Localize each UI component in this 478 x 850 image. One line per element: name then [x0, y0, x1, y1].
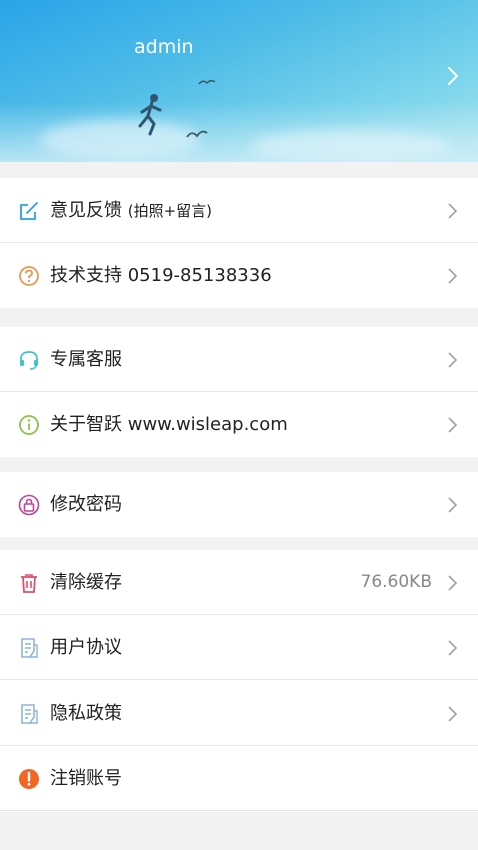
chevron-right-icon	[448, 203, 458, 219]
chevron-right-icon	[448, 268, 458, 284]
user-agreement-item[interactable]: 用户协议	[0, 615, 478, 680]
about-item[interactable]: 关于智跃 www.wisleap.com	[0, 392, 478, 457]
menu-group-feedback: 意见反馈 (拍照+留言) 技术支持 0519-85138336	[0, 178, 478, 308]
feedback-note: (拍照+留言)	[127, 202, 213, 220]
privacy-policy-label: 隐私政策	[50, 703, 122, 724]
support-item[interactable]: 技术支持 0519-85138336	[0, 243, 478, 308]
lock-icon	[18, 494, 40, 516]
chevron-right-icon	[448, 640, 458, 656]
chevron-right-icon	[448, 352, 458, 368]
cancel-account-item[interactable]: 注销账号	[0, 746, 478, 811]
clear-cache-item[interactable]: 清除缓存 76.60KB	[0, 550, 478, 615]
feedback-item[interactable]: 意见反馈 (拍照+留言)	[0, 178, 478, 243]
privacy-policy-item[interactable]: 隐私政策	[0, 681, 478, 746]
bird-icon	[186, 130, 208, 138]
customer-service-item[interactable]: 专属客服	[0, 327, 478, 392]
document-icon	[21, 704, 38, 724]
chevron-right-icon	[448, 497, 458, 513]
question-circle-icon	[19, 266, 39, 286]
menu-group-security: 修改密码	[0, 472, 478, 537]
trash-icon	[21, 574, 37, 593]
change-password-item[interactable]: 修改密码	[0, 472, 478, 537]
username: admin	[134, 36, 194, 58]
chevron-right-icon	[448, 575, 458, 591]
menu-group-service: 专属客服 关于智跃 www.wisleap.com	[0, 327, 478, 457]
about-label: 关于智跃 www.wisleap.com	[50, 414, 288, 435]
user-agreement-label: 用户协议	[50, 637, 122, 658]
chevron-right-icon	[448, 706, 458, 722]
info-circle-icon	[19, 415, 39, 435]
bird-icon	[198, 79, 216, 85]
chevron-right-icon[interactable]	[445, 66, 461, 86]
edit-icon	[20, 202, 38, 220]
change-password-label: 修改密码	[50, 494, 122, 515]
feedback-label: 意见反馈 (拍照+留言)	[50, 200, 213, 221]
clear-cache-label: 清除缓存	[50, 572, 122, 593]
profile-header[interactable]: admin	[0, 0, 478, 162]
chevron-right-icon	[448, 417, 458, 433]
cancel-account-label: 注销账号	[50, 768, 122, 789]
menu-group-misc: 清除缓存 76.60KB 用户协议 隐私政策 注销账号	[0, 550, 478, 812]
support-label: 技术支持 0519-85138336	[50, 265, 272, 286]
headset-icon	[20, 351, 38, 370]
runner-figure	[138, 94, 162, 136]
cache-size: 76.60KB	[360, 572, 432, 592]
customer-service-label: 专属客服	[50, 349, 122, 370]
document-icon	[21, 638, 38, 658]
alert-circle-icon	[19, 769, 39, 789]
